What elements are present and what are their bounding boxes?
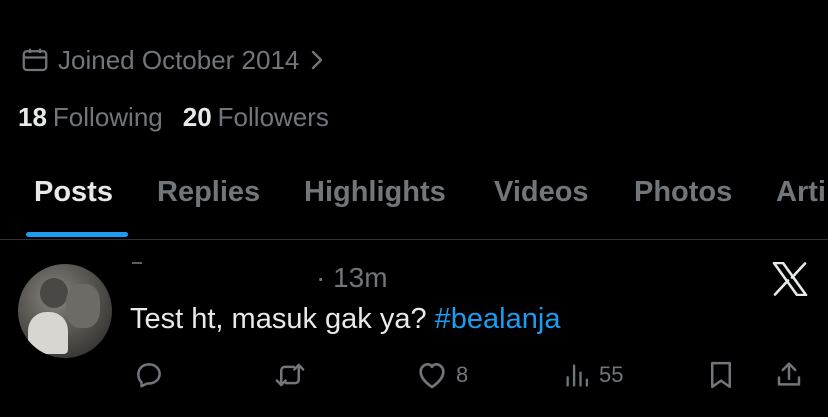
bookmark-button[interactable] bbox=[707, 360, 735, 390]
tab-photos[interactable]: Photos bbox=[634, 176, 732, 209]
following-count: 18 bbox=[18, 102, 47, 132]
chevron-right-icon bbox=[312, 50, 323, 70]
profile-tabs: Posts Replies Highlights Videos Photos A… bbox=[0, 168, 828, 240]
x-logo-icon bbox=[772, 262, 808, 296]
joined-label: Joined October 2014 bbox=[58, 44, 300, 75]
author-name-redacted bbox=[132, 262, 142, 264]
heart-icon bbox=[419, 363, 445, 389]
tabs-divider bbox=[0, 239, 828, 240]
following-link[interactable]: 18 Following bbox=[18, 102, 163, 133]
post-text-body: Test ht, masuk gak ya? bbox=[130, 303, 435, 335]
repost-button[interactable] bbox=[273, 360, 307, 390]
calendar-icon bbox=[22, 48, 48, 72]
views-icon bbox=[566, 364, 589, 387]
like-count: 8 bbox=[456, 362, 469, 387]
views-count: 55 bbox=[599, 362, 624, 387]
avatar[interactable] bbox=[18, 264, 112, 358]
share-button[interactable] bbox=[774, 360, 804, 390]
like-button[interactable]: 8 bbox=[416, 360, 468, 390]
joined-date[interactable]: Joined October 2014 bbox=[20, 42, 333, 78]
reply-icon bbox=[137, 363, 161, 388]
bookmark-icon bbox=[711, 361, 731, 389]
tab-videos[interactable]: Videos bbox=[494, 176, 589, 209]
hashtag-link[interactable]: #bealanja bbox=[435, 303, 561, 335]
post-text: Test ht, masuk gak ya? #bealanja bbox=[130, 303, 560, 336]
followers-link[interactable]: 20 Followers bbox=[183, 102, 329, 133]
tab-highlights[interactable]: Highlights bbox=[304, 176, 446, 209]
tab-articles[interactable]: Arti bbox=[776, 176, 826, 209]
reply-button[interactable] bbox=[134, 360, 164, 390]
share-icon bbox=[777, 362, 801, 386]
views-button[interactable]: 55 bbox=[563, 360, 623, 390]
follow-stats: 18 Following 20 Followers bbox=[18, 102, 349, 133]
followers-label: Followers bbox=[217, 102, 329, 132]
following-label: Following bbox=[52, 102, 163, 132]
post-timestamp[interactable]: · 13m bbox=[316, 262, 388, 294]
tab-replies[interactable]: Replies bbox=[157, 176, 260, 209]
tab-posts[interactable]: Posts bbox=[34, 176, 113, 209]
active-tab-indicator bbox=[26, 232, 128, 237]
repost-icon bbox=[275, 363, 305, 387]
followers-count: 20 bbox=[182, 102, 212, 132]
